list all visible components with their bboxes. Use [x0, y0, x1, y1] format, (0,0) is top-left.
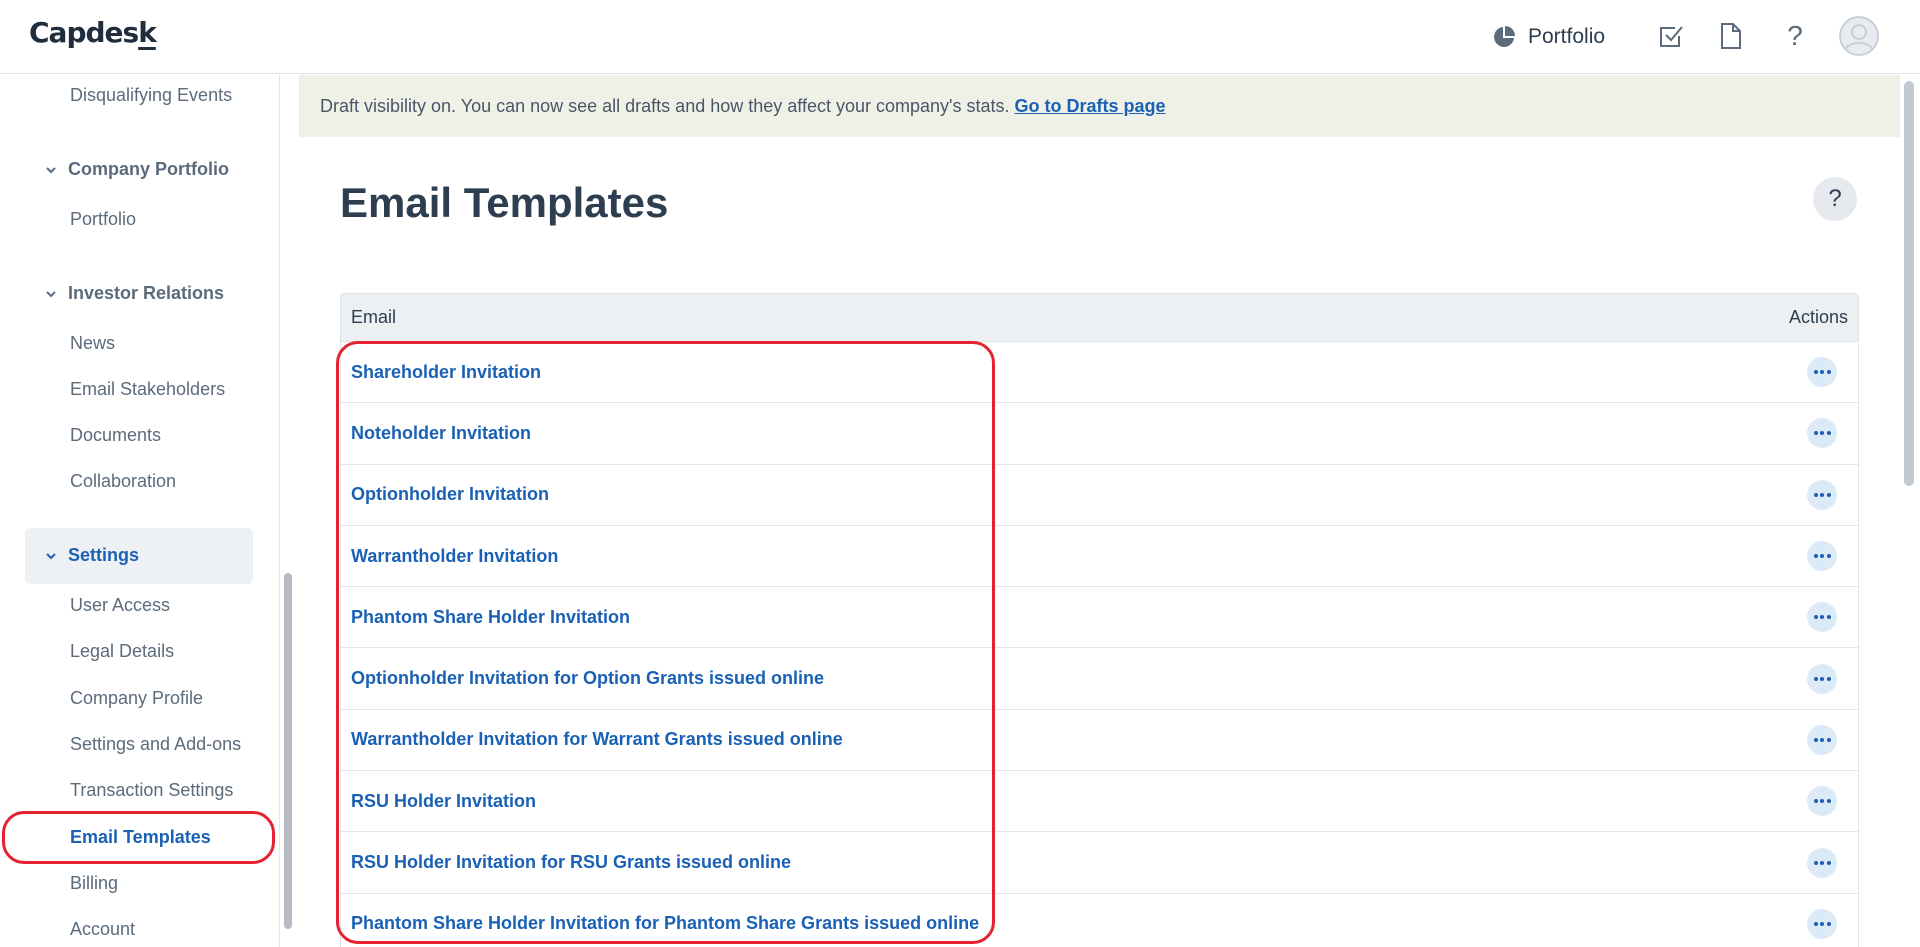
- sidebar-item-portfolio[interactable]: Portfolio: [70, 209, 136, 230]
- sidebar: Disqualifying Events Company Portfolio P…: [0, 75, 280, 947]
- sidebar-item-transaction-settings[interactable]: Transaction Settings: [70, 780, 233, 801]
- sidebar-item-documents[interactable]: Documents: [70, 425, 161, 446]
- table-row: Phantom Share Holder Invitation: [341, 587, 1858, 649]
- table-header: Email Actions: [341, 294, 1858, 342]
- main-scrollbar[interactable]: [1904, 81, 1914, 486]
- row-actions-button[interactable]: [1807, 479, 1837, 510]
- sidebar-item-email-stakeholders[interactable]: Email Stakeholders: [70, 379, 225, 400]
- row-actions-button[interactable]: [1807, 602, 1837, 633]
- column-header-email: Email: [351, 307, 397, 327]
- go-to-drafts-link[interactable]: Go to Drafts page: [1014, 96, 1165, 117]
- template-link[interactable]: Warrantholder Invitation: [351, 546, 558, 567]
- more-dots-icon: [1813, 737, 1831, 742]
- row-actions-button[interactable]: [1807, 663, 1837, 694]
- table-row: Warrantholder Invitation: [341, 525, 1858, 588]
- logo-text: Capdes: [29, 16, 139, 49]
- sidebar-item-news[interactable]: News: [70, 333, 115, 354]
- more-dots-icon: [1813, 615, 1831, 620]
- template-link[interactable]: RSU Holder Invitation: [351, 791, 536, 812]
- template-link[interactable]: Phantom Share Holder Invitation for Phan…: [351, 913, 979, 934]
- row-actions-button[interactable]: [1807, 908, 1837, 939]
- sidebar-section-label: Company Portfolio: [68, 159, 229, 179]
- documents-button[interactable]: [1713, 18, 1749, 54]
- row-actions-button[interactable]: [1807, 724, 1837, 755]
- sidebar-section-company-portfolio[interactable]: Company Portfolio: [44, 159, 229, 180]
- template-link[interactable]: Optionholder Invitation: [351, 484, 549, 505]
- user-avatar[interactable]: [1839, 16, 1879, 56]
- row-actions-button[interactable]: [1807, 786, 1837, 817]
- more-dots-icon: [1813, 799, 1831, 804]
- sidebar-item-email-templates[interactable]: Email Templates: [70, 827, 211, 848]
- row-actions-button[interactable]: [1807, 541, 1837, 572]
- row-actions-button[interactable]: [1807, 418, 1837, 449]
- table-row: Warrantholder Invitation for Warrant Gra…: [341, 709, 1858, 772]
- top-portfolio-label: Portfolio: [1528, 25, 1606, 48]
- help-button[interactable]: ?: [1813, 177, 1857, 221]
- table-row: RSU Holder Invitation for RSU Grants iss…: [341, 832, 1858, 894]
- table-row: Shareholder Invitation: [341, 342, 1858, 404]
- more-dots-icon: [1813, 431, 1831, 436]
- sidebar-scrollbar[interactable]: [284, 573, 292, 929]
- avatar-icon: [1839, 16, 1879, 56]
- capdesk-logo[interactable]: Capdesk: [29, 16, 157, 49]
- top-bar: Capdesk Portfolio ?: [0, 0, 1920, 74]
- sidebar-item-billing[interactable]: Billing: [70, 873, 118, 894]
- more-dots-icon: [1813, 676, 1831, 681]
- template-link[interactable]: Warrantholder Invitation for Warrant Gra…: [351, 729, 843, 750]
- sidebar-section-investor-relations[interactable]: Investor Relations: [44, 283, 224, 304]
- chevron-down-icon: [46, 290, 56, 297]
- row-actions-button[interactable]: [1807, 357, 1837, 388]
- sidebar-item-account[interactable]: Account: [70, 919, 135, 940]
- template-link[interactable]: RSU Holder Invitation for RSU Grants iss…: [351, 852, 791, 873]
- table-row: RSU Holder Invitation: [341, 771, 1858, 833]
- template-link[interactable]: Optionholder Invitation for Option Grant…: [351, 668, 824, 689]
- sidebar-item-legal-details[interactable]: Legal Details: [70, 641, 174, 662]
- table-row: Phantom Share Holder Invitation for Phan…: [341, 893, 1858, 947]
- more-dots-icon: [1813, 860, 1831, 865]
- help-icon: ?: [1787, 20, 1803, 51]
- sidebar-item-collaboration[interactable]: Collaboration: [70, 471, 176, 492]
- template-link[interactable]: Phantom Share Holder Invitation: [351, 607, 630, 628]
- sidebar-item-settings-addons[interactable]: Settings and Add-ons: [70, 734, 241, 755]
- more-dots-icon: [1813, 370, 1831, 375]
- checkbox-icon: [1660, 26, 1683, 47]
- more-dots-icon: [1813, 554, 1831, 559]
- logo-text-tail: k: [138, 16, 157, 49]
- pie-chart-icon: [1494, 26, 1515, 47]
- chevron-down-icon: [46, 166, 56, 173]
- help-icon: ?: [1828, 185, 1842, 212]
- draft-visibility-banner: Draft visibility on. You can now see all…: [299, 75, 1900, 137]
- more-dots-icon: [1813, 492, 1831, 497]
- main-content: Draft visibility on. You can now see all…: [299, 75, 1919, 947]
- sidebar-section-label: Investor Relations: [68, 283, 225, 303]
- document-icon: [1721, 23, 1741, 49]
- sidebar-item-user-access[interactable]: User Access: [70, 595, 170, 616]
- draft-banner-text: Draft visibility on. You can now see all…: [320, 95, 1010, 116]
- more-dots-icon: [1813, 921, 1831, 926]
- table-row: Noteholder Invitation: [341, 403, 1858, 465]
- template-link[interactable]: Shareholder Invitation: [351, 362, 541, 383]
- tasks-button[interactable]: [1653, 18, 1689, 54]
- column-header-actions: Actions: [1788, 307, 1848, 327]
- table-row: Optionholder Invitation: [341, 464, 1858, 526]
- sidebar-item-company-profile[interactable]: Company Profile: [70, 688, 203, 709]
- chevron-down-icon: [46, 552, 56, 559]
- email-templates-table: Email Actions Shareholder Invitation Not…: [340, 293, 1859, 947]
- sidebar-item-disqualifying-events[interactable]: Disqualifying Events: [70, 85, 232, 106]
- help-button-top[interactable]: ?: [1777, 18, 1813, 54]
- page-title: Email Templates: [340, 179, 669, 226]
- table-row: Optionholder Invitation for Option Grant…: [341, 648, 1858, 710]
- row-actions-button[interactable]: [1807, 847, 1837, 878]
- sidebar-section-label: Settings: [68, 545, 140, 565]
- top-portfolio-link[interactable]: Portfolio: [1492, 20, 1605, 54]
- sidebar-section-settings[interactable]: Settings: [44, 545, 139, 566]
- template-link[interactable]: Noteholder Invitation: [351, 423, 531, 444]
